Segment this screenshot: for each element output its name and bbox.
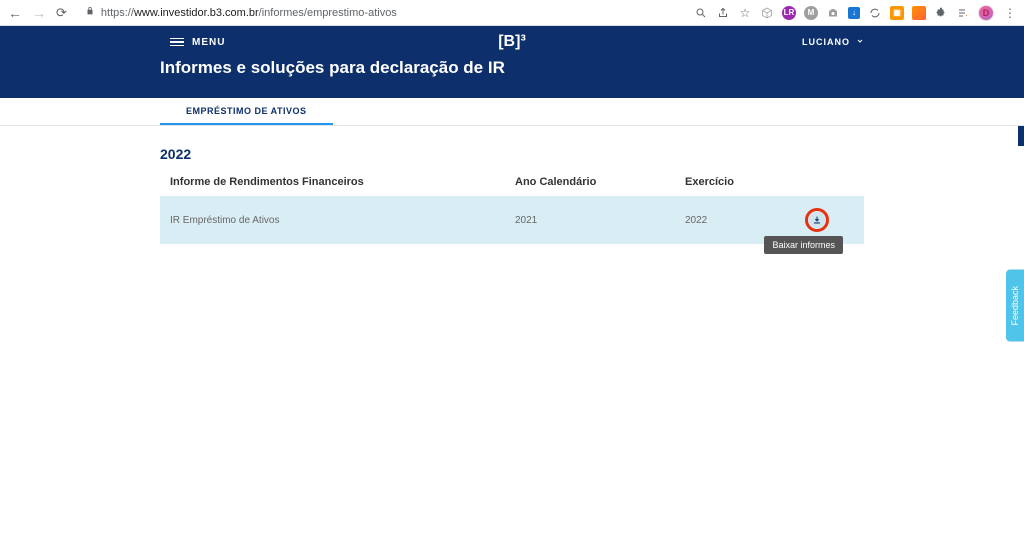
- page-title: Informes e soluções para declaração de I…: [160, 58, 864, 78]
- ext-sync-icon[interactable]: [868, 6, 882, 20]
- extensions-icon[interactable]: [934, 6, 948, 20]
- ext-purple-icon[interactable]: LR: [782, 6, 796, 20]
- ext-fox-icon[interactable]: [912, 6, 926, 20]
- forward-button[interactable]: →: [32, 5, 46, 21]
- reload-button[interactable]: ⟳: [56, 5, 67, 21]
- td-calendar: 2021: [515, 215, 685, 226]
- ext-gray-icon[interactable]: M: [804, 6, 818, 20]
- download-icon: [812, 215, 822, 225]
- menu-label: MENU: [192, 37, 225, 48]
- user-dropdown[interactable]: LUCIANO: [802, 37, 864, 47]
- th-action: [805, 176, 854, 188]
- zoom-icon[interactable]: [694, 6, 708, 20]
- share-icon[interactable]: [716, 6, 730, 20]
- table-row: IR Empréstimo de Ativos 2021 2022 Baixar…: [160, 196, 864, 244]
- url-domain: www.investidor.b3.com.br: [134, 7, 259, 19]
- download-button[interactable]: [809, 212, 825, 228]
- url-prefix: https://: [101, 7, 134, 19]
- td-action: Baixar informes: [805, 208, 859, 232]
- chevron-down-icon: [856, 37, 864, 47]
- browser-chrome: ← → ⟳ https://www.investidor.b3.com.br/i…: [0, 0, 1024, 26]
- header-title-row: Informes e soluções para declaração de I…: [0, 58, 1024, 88]
- table-header: Informe de Rendimentos Financeiros Ano C…: [160, 168, 864, 196]
- download-tooltip: Baixar informes: [764, 236, 843, 254]
- url-text: https://www.investidor.b3.com.br/informe…: [101, 7, 397, 19]
- scrollbar-thumb[interactable]: [1018, 126, 1024, 146]
- readlist-icon[interactable]: [956, 6, 970, 20]
- address-bar[interactable]: https://www.investidor.b3.com.br/informe…: [77, 3, 684, 23]
- lock-icon: [85, 6, 95, 19]
- toolbar-icons: ☆ LR M ↓ ▦ D ⋮: [694, 5, 1016, 21]
- ext-orange-icon[interactable]: ▦: [890, 6, 904, 20]
- profile-avatar[interactable]: D: [978, 5, 994, 21]
- back-button[interactable]: ←: [8, 5, 22, 21]
- tab-emprestimo[interactable]: EMPRÉSTIMO DE ATIVOS: [160, 98, 333, 125]
- site-header: MENU [B]³ LUCIANO Informes e soluções pa…: [0, 26, 1024, 98]
- menu-dots-icon[interactable]: ⋮: [1002, 6, 1016, 20]
- star-icon[interactable]: ☆: [738, 6, 752, 20]
- feedback-tab[interactable]: Feedback: [1006, 270, 1024, 342]
- report-table: Informe de Rendimentos Financeiros Ano C…: [160, 168, 864, 244]
- th-fiscal: Exercício: [685, 176, 805, 188]
- download-wrap: Baixar informes: [805, 208, 829, 232]
- cube-icon[interactable]: [760, 6, 774, 20]
- ext-download-icon[interactable]: ↓: [848, 7, 860, 19]
- td-fiscal: 2022: [685, 215, 805, 226]
- year-heading: 2022: [160, 146, 864, 162]
- download-highlight: [805, 208, 829, 232]
- menu-button[interactable]: MENU: [170, 37, 225, 48]
- td-name: IR Empréstimo de Ativos: [170, 215, 515, 226]
- camera-icon[interactable]: [826, 6, 840, 20]
- th-name: Informe de Rendimentos Financeiros: [170, 176, 515, 188]
- hamburger-icon: [170, 38, 184, 47]
- content: 2022 Informe de Rendimentos Financeiros …: [0, 126, 1024, 264]
- nav-arrows: ← → ⟳: [8, 5, 67, 21]
- url-path: /informes/emprestimo-ativos: [259, 7, 397, 19]
- user-name: LUCIANO: [802, 37, 850, 47]
- tab-bar: EMPRÉSTIMO DE ATIVOS: [0, 98, 1024, 126]
- header-top: MENU [B]³ LUCIANO: [0, 26, 1024, 58]
- logo[interactable]: [B]³: [498, 33, 526, 51]
- th-calendar: Ano Calendário: [515, 176, 685, 188]
